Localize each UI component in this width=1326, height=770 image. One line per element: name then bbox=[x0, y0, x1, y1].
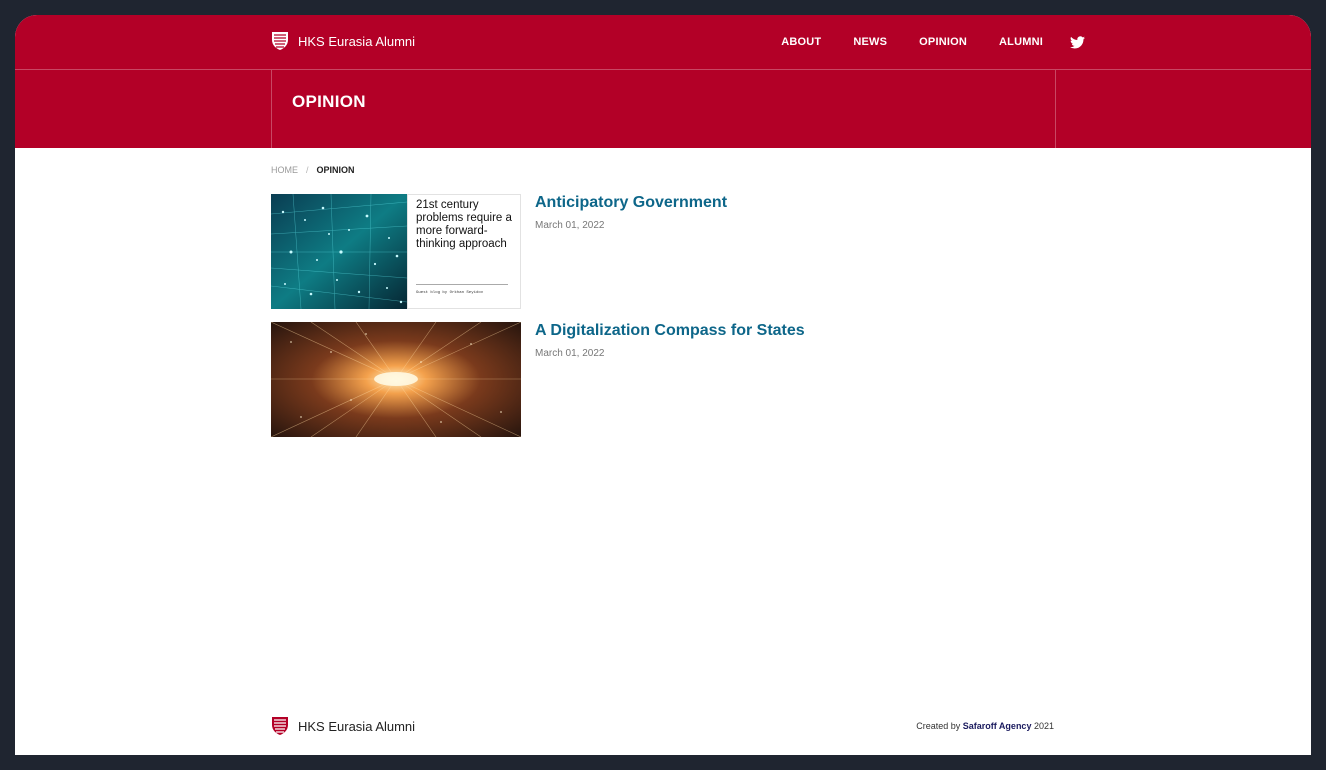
breadcrumb-separator: / bbox=[306, 165, 309, 175]
main-nav: ABOUT NEWS OPINION ALUMNI bbox=[749, 15, 1085, 69]
nav-news[interactable]: NEWS bbox=[853, 36, 887, 48]
article-thumbnail[interactable] bbox=[271, 322, 521, 437]
twitter-icon[interactable] bbox=[1070, 35, 1085, 49]
breadcrumb-home-link[interactable]: HOME bbox=[271, 165, 298, 175]
article-date: March 01, 2022 bbox=[535, 220, 605, 231]
credit-prefix: Created by bbox=[916, 721, 961, 731]
article-thumbnail-caption: 21st century problems require a more for… bbox=[407, 194, 521, 309]
nav-alumni[interactable]: ALUMNI bbox=[999, 36, 1043, 48]
page-header-frame: OPINION bbox=[271, 70, 1056, 148]
footer-brand-name: HKS Eurasia Alumni bbox=[298, 718, 416, 734]
harvard-shield-icon bbox=[272, 717, 288, 735]
credit-year: 2021 bbox=[1033, 721, 1054, 731]
article-title-link[interactable]: A Digitalization Compass for States bbox=[535, 322, 805, 340]
credit-agency-link[interactable]: Safaroff Agency bbox=[963, 721, 1032, 731]
top-navigation: HKS Eurasia Alumni ABOUT NEWS OPINION AL… bbox=[15, 15, 1311, 70]
browser-window: HKS Eurasia Alumni ABOUT NEWS OPINION AL… bbox=[15, 15, 1311, 755]
site-brand-link[interactable]: HKS Eurasia Alumni bbox=[271, 31, 415, 51]
article-date: March 01, 2022 bbox=[535, 348, 605, 359]
thumbnail-byline: Guest blog by Orkhan Seyidov bbox=[416, 291, 484, 295]
site-brand-name: HKS Eurasia Alumni bbox=[298, 33, 416, 49]
article-item: A Digitalization Compass for States Marc… bbox=[271, 322, 1071, 438]
footer-credit: Created by Safaroff Agency 2021 bbox=[916, 721, 1054, 731]
breadcrumb: HOME / OPINION bbox=[271, 165, 355, 175]
harvard-shield-icon bbox=[272, 32, 288, 50]
footer-brand-link[interactable]: HKS Eurasia Alumni bbox=[271, 716, 415, 736]
article-item: 21st century problems require a more for… bbox=[271, 194, 1071, 310]
site-footer: HKS Eurasia Alumni Created by Safaroff A… bbox=[15, 705, 1311, 755]
article-thumbnail[interactable]: 21st century problems require a more for… bbox=[271, 194, 521, 309]
page-header: OPINION bbox=[15, 70, 1311, 148]
article-title-link[interactable]: Anticipatory Government bbox=[535, 194, 727, 212]
thumbnail-headline: 21st century problems require a more for… bbox=[416, 199, 512, 250]
thumbnail-divider bbox=[416, 284, 508, 285]
breadcrumb-current: OPINION bbox=[316, 165, 355, 175]
nav-opinion[interactable]: OPINION bbox=[919, 36, 967, 48]
nav-about[interactable]: ABOUT bbox=[781, 36, 821, 48]
digital-light-tunnel-image bbox=[271, 322, 521, 437]
page-title: OPINION bbox=[292, 92, 366, 111]
